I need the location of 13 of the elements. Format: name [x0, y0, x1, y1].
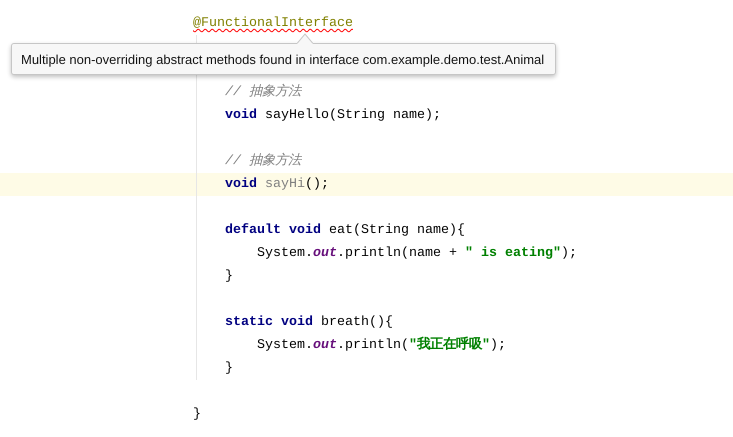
code-line: System.out.println(name + " is eating");: [0, 242, 733, 265]
code-line: // 抽象方法: [0, 150, 733, 173]
code-line: }: [0, 357, 733, 380]
code-line: void sayHello(String name);: [0, 104, 733, 127]
code-line: @FunctionalInterface: [192, 15, 354, 33]
error-tooltip: Multiple non-overriding abstract methods found in interface com.example.demo.test.Animal: [11, 33, 556, 75]
code-line: default void eat(String name){: [0, 219, 733, 242]
tooltip-pointer-icon: [297, 33, 313, 45]
code-line: // 抽象方法: [0, 81, 733, 104]
code-line: System.out.println("我正在呼吸");: [0, 334, 733, 357]
code-line: }: [192, 406, 202, 424]
code-line: }: [0, 265, 733, 288]
code-line: static void breath(){: [0, 311, 733, 334]
